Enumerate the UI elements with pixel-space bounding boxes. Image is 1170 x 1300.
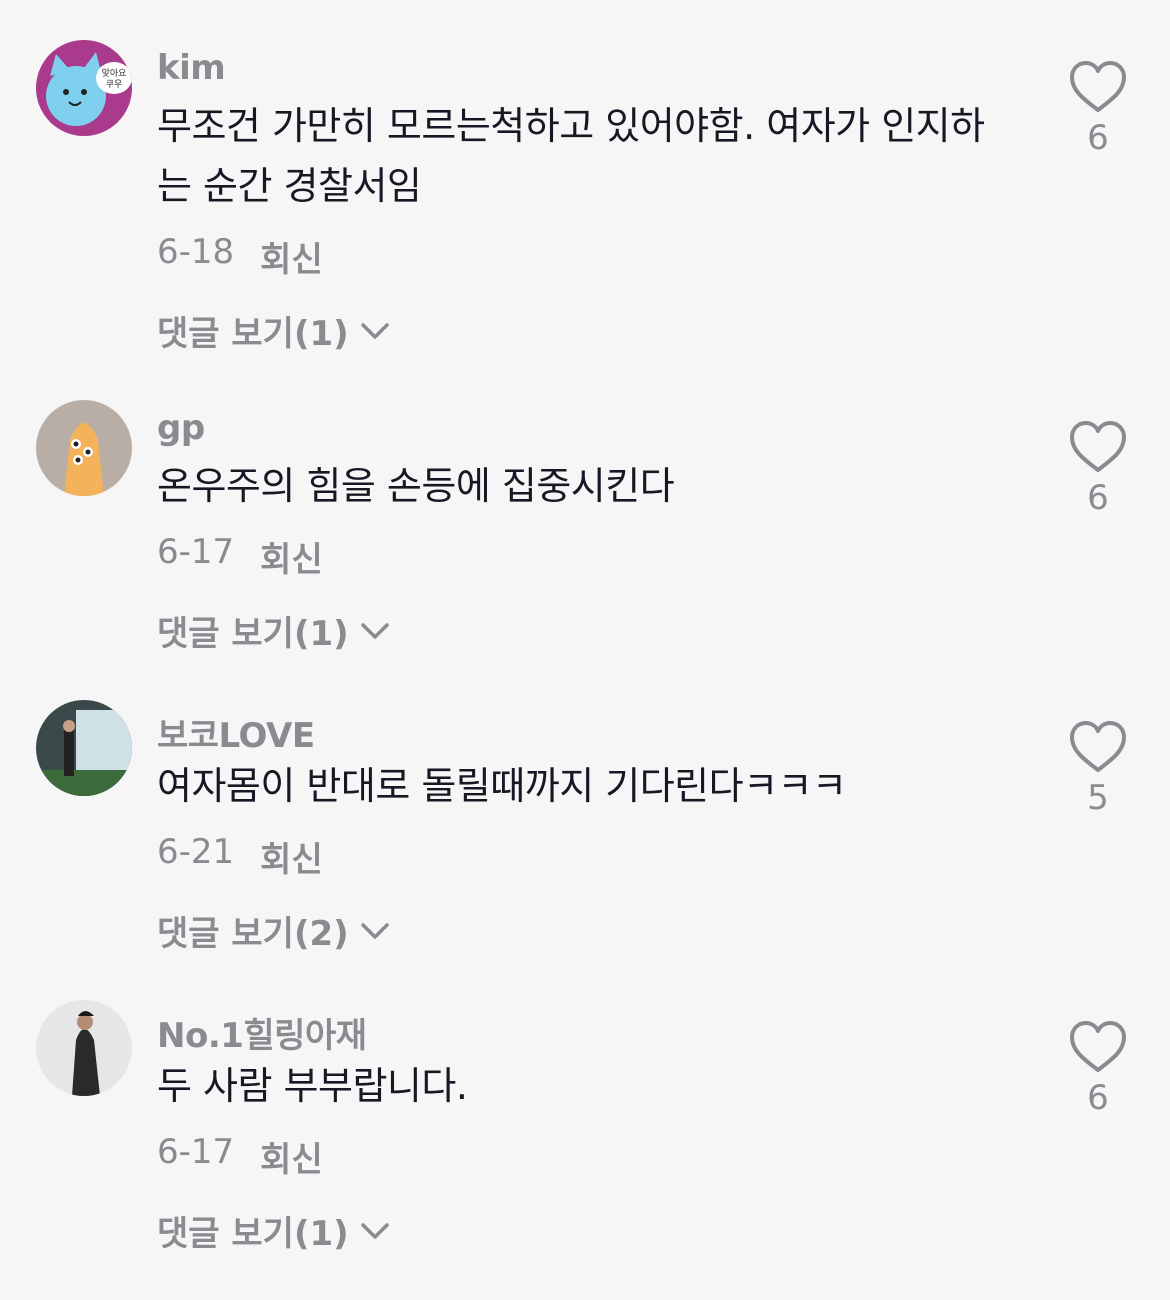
comment-text: 온우주의 힘을 손등에 집중시킨다 [157, 464, 675, 508]
chevron-down-icon [360, 622, 389, 639]
view-replies-button[interactable]: 댓글 보기(1) [157, 306, 391, 355]
avatar-image [36, 400, 132, 496]
comment-username[interactable]: gp [157, 408, 205, 448]
reply-button[interactable]: 회신 [260, 832, 323, 881]
avatar-sticker-line2: 쿠우 [106, 79, 123, 90]
comment-item: No.1힐링아재 두 사람 부부랍니다. 6-17 회신 댓글 보기(1) 6 [0, 1000, 1170, 1300]
comment-meta: 6-17 회신 [157, 1132, 323, 1181]
heart-outline-icon [1070, 61, 1126, 112]
view-replies-button[interactable]: 댓글 보기(1) [157, 1206, 391, 1255]
comment-date: 6-18 [157, 232, 235, 272]
avatar-sticker-line1: 맞아요 [102, 67, 127, 79]
like-count: 5 [1087, 778, 1109, 818]
reply-button[interactable]: 회신 [260, 532, 323, 581]
chevron-down-icon [360, 322, 389, 339]
avatar-image [36, 700, 132, 796]
comment-username[interactable]: No.1힐링아재 [157, 1008, 367, 1057]
like-count: 6 [1087, 478, 1109, 518]
view-replies-label: 댓글 보기(1) [157, 314, 349, 354]
avatar[interactable]: 맞아요 쿠우 [36, 40, 132, 136]
avatar-image: 맞아요 쿠우 [36, 40, 132, 136]
avatar-image [36, 1000, 132, 1096]
avatar[interactable] [36, 400, 132, 496]
comment-text: 무조건 가만히 모르는척하고 있어야함. 여자가 인지하는 순간 경찰서임 [157, 104, 985, 208]
reply-button[interactable]: 회신 [260, 1132, 323, 1181]
comment-text: 두 사람 부부랍니다. [157, 1064, 468, 1108]
avatar[interactable] [36, 1000, 132, 1096]
comment-item: 맞아요 쿠우 kim 무조건 가만히 모르는척하고 있어야함. 여자가 인지하는… [0, 40, 1170, 354]
like-count: 6 [1087, 1078, 1109, 1118]
like-button[interactable]: 6 [1068, 420, 1128, 518]
view-replies-button[interactable]: 댓글 보기(1) [157, 606, 391, 655]
comment-date: 6-21 [157, 832, 235, 872]
like-button[interactable]: 5 [1068, 720, 1128, 818]
comment-meta: 6-18 회신 [157, 232, 323, 281]
heart-outline-icon [1070, 1021, 1126, 1072]
chevron-down-icon [360, 1222, 389, 1239]
comment-item: 보코LOVE 여자몸이 반대로 돌릴때까지 기다린다ㅋㅋㅋ 6-21 회신 댓글… [0, 700, 1170, 1000]
reply-button[interactable]: 회신 [260, 232, 323, 281]
comment-meta: 6-17 회신 [157, 532, 323, 581]
comment-date: 6-17 [157, 532, 235, 572]
comment-username[interactable]: kim [157, 48, 226, 88]
comment-text: 여자몸이 반대로 돌릴때까지 기다린다ㅋㅋㅋ [157, 764, 847, 808]
chevron-down-icon [360, 922, 389, 939]
comment-username[interactable]: 보코LOVE [157, 708, 315, 757]
view-replies-label: 댓글 보기(1) [157, 614, 349, 654]
comment-meta: 6-21 회신 [157, 832, 323, 881]
comment-date: 6-17 [157, 1132, 235, 1172]
like-button[interactable]: 6 [1068, 1020, 1128, 1118]
view-replies-button[interactable]: 댓글 보기(2) [157, 906, 391, 955]
heart-outline-icon [1070, 421, 1126, 472]
comment-item: gp 온우주의 힘을 손등에 집중시킨다 6-17 회신 댓글 보기(1) 6 [0, 400, 1170, 700]
avatar[interactable] [36, 700, 132, 796]
like-count: 6 [1087, 118, 1109, 158]
view-replies-label: 댓글 보기(1) [157, 1214, 349, 1254]
heart-outline-icon [1070, 721, 1126, 772]
like-button[interactable]: 6 [1068, 60, 1128, 158]
view-replies-label: 댓글 보기(2) [157, 914, 349, 954]
